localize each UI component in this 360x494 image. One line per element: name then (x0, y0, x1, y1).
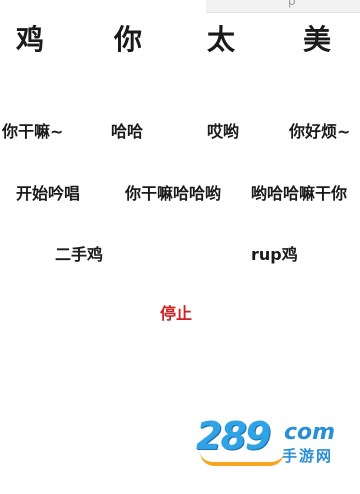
site-watermark-logo: 289 com 手游网 (196, 414, 360, 470)
title-char-1: 鸡 (16, 23, 45, 56)
watermark-swoosh-icon (200, 452, 284, 466)
sound-button-yo-haha-ma-gan-ni[interactable]: 哟哈哈嘛干你 (251, 182, 347, 206)
title-char-2: 你 (114, 23, 143, 56)
sound-button-nigan-ma[interactable]: 你干嘛~ (2, 120, 63, 144)
watermark-subtitle: 手游网 (282, 447, 334, 465)
status-glyph: ρ (288, 0, 296, 8)
status-bar: ρ (206, 0, 360, 13)
title-char-4: 美 (303, 23, 332, 56)
sound-button-nihao-fan[interactable]: 你好烦~ (289, 120, 350, 144)
title-char-3: 太 (207, 23, 236, 56)
app-screen: ρ 鸡 你 太 美 你干嘛~ 哈哈 哎哟 你好烦~ 开始吟唱 你干嘛哈哈哟 哟哈… (0, 0, 360, 494)
sound-button-rup-chicken[interactable]: rup鸡 (251, 243, 298, 267)
sound-button-aiyo[interactable]: 哎哟 (207, 120, 239, 144)
watermark-suffix: com (284, 420, 336, 445)
sound-button-secondhand-chicken[interactable]: 二手鸡 (55, 243, 103, 267)
sound-button-haha[interactable]: 哈哈 (111, 120, 143, 144)
stop-button[interactable]: 停止 (160, 302, 192, 326)
sound-button-start-chant[interactable]: 开始吟唱 (16, 182, 80, 206)
sound-button-nigan-ma-haha-yo[interactable]: 你干嘛哈哈哟 (125, 182, 221, 206)
